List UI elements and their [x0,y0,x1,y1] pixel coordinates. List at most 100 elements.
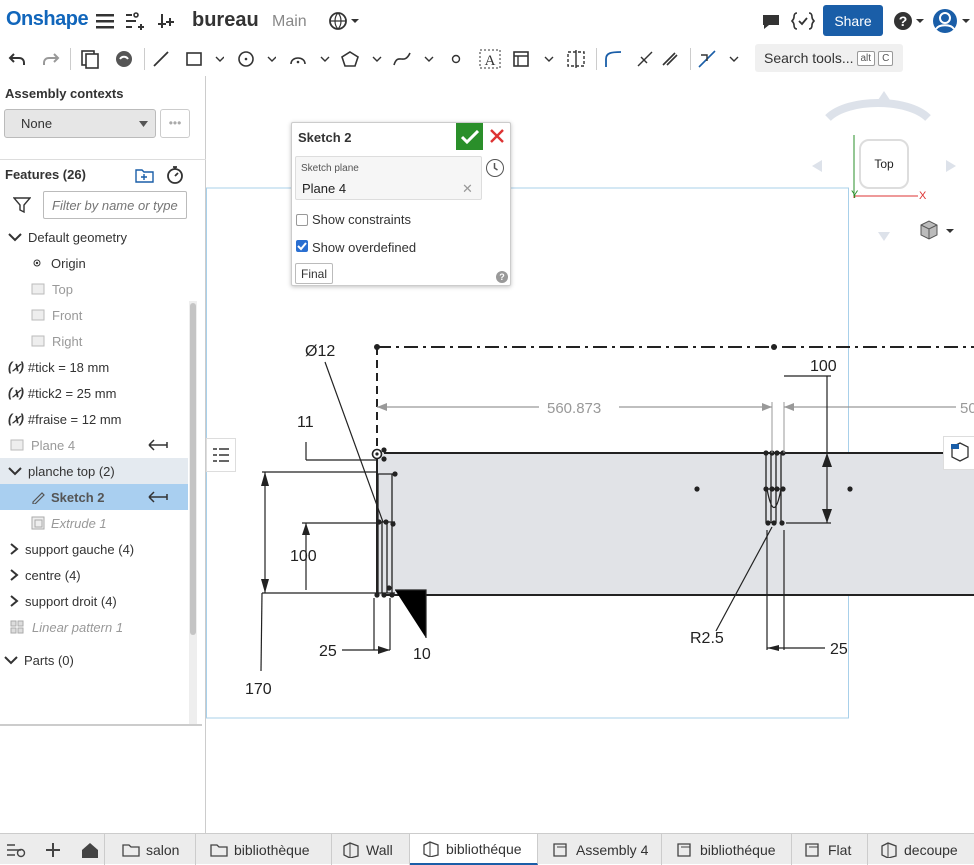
insert-image-icon[interactable] [512,47,556,71]
tree-item-origin[interactable]: Origin [0,250,188,276]
dim-11: 11 [297,414,314,431]
tree-item-linear-pattern-1[interactable]: Linear pattern 1 [0,614,188,640]
filter-input[interactable] [43,191,187,219]
fillet-tool-icon[interactable] [602,47,626,71]
feature-list-scroll-thumb[interactable] [190,303,196,635]
copy-sketch-icon[interactable] [78,47,102,71]
tree-item-variable-fraise[interactable]: (𝑥) #fraise = 12 mm [0,406,188,432]
use-projection-icon[interactable] [112,47,136,71]
accept-button[interactable] [456,123,483,150]
share-button[interactable]: Share [823,5,883,36]
close-icon [490,129,504,143]
tab-bibliotheque-folder[interactable]: bibliothèque [196,834,332,865]
undo-icon[interactable] [6,47,28,71]
variable-icon: (𝑥) [8,385,24,400]
versions-icon[interactable] [790,10,816,32]
tree-item-extrude-1[interactable]: Extrude 1 [0,510,188,536]
top-bar: Onshape bureau Main Share ? [0,0,974,42]
sketch-dialog-title: Sketch 2 [298,130,352,145]
point-tool-icon[interactable] [447,47,465,71]
onshape-logo[interactable]: Onshape [6,8,89,31]
view-cube-top-face[interactable]: Top [859,139,909,189]
configurations-icon[interactable] [123,10,147,32]
assembly-context-select[interactable]: None [4,109,156,138]
offset-tool-icon[interactable] [657,47,683,71]
show-overdefined-checkbox[interactable] [296,240,308,252]
line-tool-icon[interactable] [150,47,172,71]
trim-tool-icon[interactable] [634,47,658,71]
tab-bibliotheque-partstudio[interactable]: bibliothéque [410,834,538,865]
text-tool-icon[interactable]: A [478,47,502,71]
assembly-context-value: None [21,116,53,131]
svg-text:A: A [485,53,496,69]
add-tab-icon[interactable] [44,841,62,862]
parts-list-header[interactable]: Parts (0) [0,647,188,673]
feature-panel: Assembly contexts None ••• Features (26)… [0,76,206,833]
tab-decoupe[interactable]: decoupe [868,834,974,865]
rectangle-tool-icon[interactable] [184,47,224,71]
comments-icon[interactable] [759,10,783,32]
chevron-right-icon [10,543,19,555]
spline-tool-icon[interactable] [392,47,436,71]
arc-tool-icon[interactable] [288,47,332,71]
insert-icon[interactable] [156,10,178,32]
document-branch[interactable]: Main [272,13,307,31]
clear-icon[interactable]: ✕ [462,181,473,197]
add-folder-icon[interactable] [135,166,155,187]
dim-560: 560.873 [547,400,601,417]
tab-flat[interactable]: Flat [792,834,868,865]
filter-icon[interactable] [12,196,32,217]
chevron-down-icon [4,656,18,665]
tab-manager-icon[interactable] [6,842,28,861]
stopwatch-icon[interactable] [165,165,185,188]
document-title[interactable]: bureau [192,9,259,32]
chevron-right-icon [10,595,19,607]
history-icon[interactable] [486,159,504,177]
home-tab[interactable] [75,834,105,865]
hamburger-menu-icon[interactable] [94,10,116,32]
sketch-plane-field[interactable]: Sketch plane Plane 4 ✕ [295,156,482,200]
tree-item-front-plane[interactable]: Front [0,302,188,328]
svg-text:?: ? [899,13,908,29]
axis-x-label: X [919,190,927,202]
show-constraints-checkbox[interactable] [296,214,308,226]
tree-item-support-gauche[interactable]: support gauche (4) [0,536,188,562]
context-more-button[interactable]: ••• [160,109,190,138]
tab-assembly-4[interactable]: Assembly 4 [538,834,662,865]
help-icon[interactable]: ? [892,10,926,32]
cancel-button[interactable] [486,125,508,147]
tree-item-variable-tick[interactable]: (𝑥) #tick = 18 mm [0,354,188,380]
checkmark-icon [460,129,479,144]
appearance-panel-icon[interactable] [943,436,974,470]
search-tools-button[interactable]: Search tools... alt C [755,44,903,72]
tree-item-support-droit[interactable]: support droit (4) [0,588,188,614]
tab-salon[interactable]: salon [112,834,196,865]
feature-list-toggle-icon[interactable] [206,438,236,472]
construction-icon[interactable] [564,47,588,71]
circle-tool-icon[interactable] [236,47,276,71]
chevron-down-icon [8,233,22,242]
final-button[interactable]: Final [295,263,333,284]
tree-item-variable-tick2[interactable]: (𝑥) #tick2 = 25 mm [0,380,188,406]
polygon-tool-icon[interactable] [340,47,384,71]
features-title: Features (26) [5,167,86,182]
chevron-right-icon [10,569,19,581]
redo-icon[interactable] [40,47,62,71]
tree-item-centre[interactable]: centre (4) [0,562,188,588]
globe-icon[interactable] [327,10,361,32]
user-avatar-icon[interactable] [932,7,972,35]
tree-item-planche-top[interactable]: planche top (2) [0,458,188,484]
tree-item-plane-4[interactable]: Plane 4 [0,432,188,458]
search-tools-label: Search tools... [764,50,854,66]
tree-item-top-plane[interactable]: Top [0,276,188,302]
tab-wall[interactable]: Wall [332,834,410,865]
tree-item-sketch-2[interactable]: Sketch 2 [0,484,188,510]
sketch-plane-value: Plane 4 [302,181,347,196]
tab-bibliotheque-assembly[interactable]: bibliothéque [662,834,792,865]
dialog-help-icon[interactable]: ? [496,271,508,283]
mirror-tool-icon[interactable] [697,47,741,71]
tree-item-right-plane[interactable]: Right [0,328,188,354]
view-mode-icon[interactable] [918,220,956,245]
extrude-icon [31,516,45,530]
tree-item-default-geometry[interactable]: Default geometry [0,224,188,250]
